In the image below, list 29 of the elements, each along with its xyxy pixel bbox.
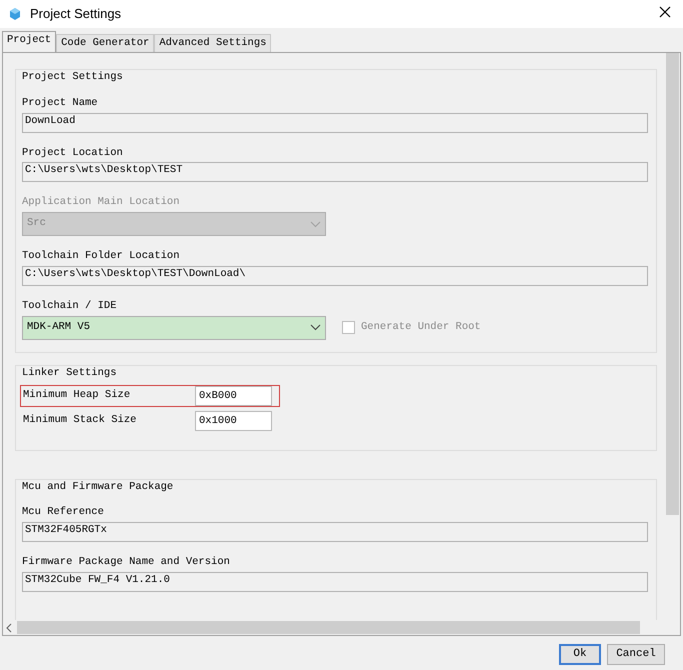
caret-icon xyxy=(310,324,321,331)
text-field[interactable]: 0xB000 xyxy=(195,386,272,406)
text-field[interactable]: C:\Users\wts\Desktop\TEST xyxy=(22,162,648,182)
field-label: Mcu Reference xyxy=(22,505,105,520)
text-field[interactable]: 0x1000 xyxy=(195,411,272,432)
tab[interactable]: Advanced Settings xyxy=(154,34,272,52)
dialog-button[interactable]: Ok xyxy=(559,644,601,665)
checkbox-label: Generate Under Root xyxy=(361,320,481,335)
tab[interactable]: Code Generator xyxy=(56,34,154,52)
field-label: Minimum Heap Size xyxy=(22,388,132,404)
field-label: Application Main Location xyxy=(22,195,181,210)
text-field[interactable]: STM32F405RGTx xyxy=(22,522,648,542)
setting-row[interactable]: Minimum Heap Size 0xB000 xyxy=(20,385,280,408)
text-field[interactable]: DownLoad xyxy=(22,112,648,132)
field-label: Toolchain / IDE xyxy=(22,298,118,314)
setting-row[interactable]: Minimum Stack Size 0x1000 xyxy=(20,410,280,432)
text-field[interactable]: C:\Users\wts\Desktop\TEST\DownLoad\ xyxy=(22,266,648,286)
window-title: Project Settings xyxy=(30,5,122,24)
dropdown[interactable]: MDK-ARM V5 xyxy=(22,316,326,340)
tab[interactable]: Project xyxy=(2,31,56,52)
app-icon xyxy=(8,7,22,21)
field-label: Firmware Package Name and Version xyxy=(22,555,231,570)
text-field[interactable]: STM32Cube FW_F4 V1.21.0 xyxy=(22,572,648,592)
dialog-button[interactable]: Cancel xyxy=(607,644,665,665)
field-label: Toolchain Folder Location xyxy=(22,249,181,264)
field-label: Project Location xyxy=(22,146,124,160)
field-label: Project Name xyxy=(22,96,99,111)
caret-icon xyxy=(310,220,321,228)
field-label: Minimum Stack Size xyxy=(22,413,138,428)
